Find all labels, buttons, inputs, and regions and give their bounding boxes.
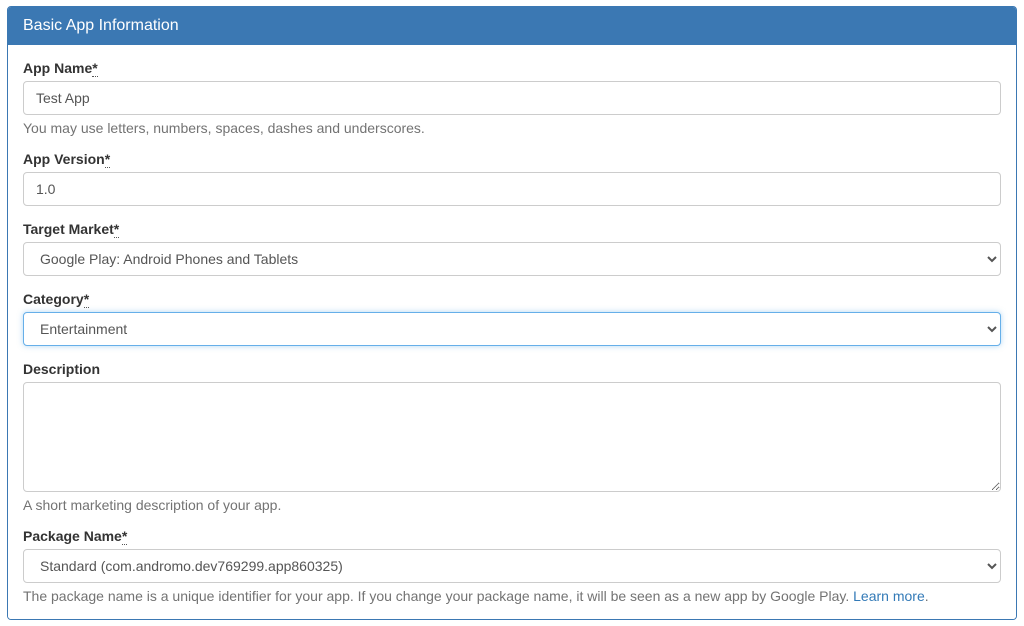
- app-name-label: App Name*: [23, 60, 1001, 76]
- required-mark: *: [105, 151, 110, 168]
- panel-body: App Name* You may use letters, numbers, …: [8, 45, 1016, 619]
- app-version-input[interactable]: [23, 172, 1001, 206]
- package-name-help: The package name is a unique identifier …: [23, 588, 1001, 604]
- app-version-label: App Version*: [23, 151, 1001, 167]
- form-group-category: Category* Entertainment: [23, 291, 1001, 346]
- package-name-help-text: The package name is a unique identifier …: [23, 588, 853, 604]
- required-mark: *: [114, 221, 119, 238]
- category-label-text: Category: [23, 291, 84, 307]
- required-mark: *: [122, 528, 127, 545]
- required-mark: *: [92, 60, 97, 77]
- category-select[interactable]: Entertainment: [23, 312, 1001, 346]
- category-label: Category*: [23, 291, 1001, 307]
- package-name-label: Package Name*: [23, 528, 1001, 544]
- learn-more-link[interactable]: Learn more: [853, 588, 925, 604]
- required-mark: *: [84, 291, 89, 308]
- form-group-description: Description A short marketing descriptio…: [23, 361, 1001, 513]
- app-name-help: You may use letters, numbers, spaces, da…: [23, 120, 1001, 136]
- target-market-label-text: Target Market: [23, 221, 114, 237]
- panel-title: Basic App Information: [8, 7, 1016, 45]
- target-market-select[interactable]: Google Play: Android Phones and Tablets: [23, 242, 1001, 276]
- app-name-label-text: App Name: [23, 60, 92, 76]
- form-group-app-version: App Version*: [23, 151, 1001, 206]
- form-group-app-name: App Name* You may use letters, numbers, …: [23, 60, 1001, 136]
- app-name-input[interactable]: [23, 81, 1001, 115]
- form-group-package-name: Package Name* Standard (com.andromo.dev7…: [23, 528, 1001, 604]
- description-help: A short marketing description of your ap…: [23, 497, 1001, 513]
- basic-app-info-panel: Basic App Information App Name* You may …: [7, 6, 1017, 620]
- form-group-target-market: Target Market* Google Play: Android Phon…: [23, 221, 1001, 276]
- description-label: Description: [23, 361, 1001, 377]
- description-label-text: Description: [23, 361, 100, 377]
- package-name-select[interactable]: Standard (com.andromo.dev769299.app86032…: [23, 549, 1001, 583]
- description-textarea[interactable]: [23, 382, 1001, 492]
- target-market-label: Target Market*: [23, 221, 1001, 237]
- package-name-label-text: Package Name: [23, 528, 122, 544]
- app-version-label-text: App Version: [23, 151, 105, 167]
